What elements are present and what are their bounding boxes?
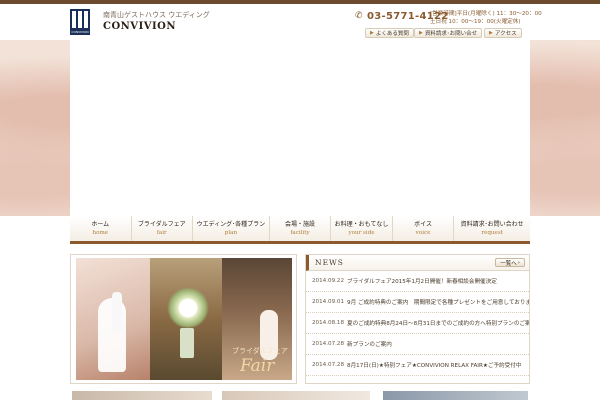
brand-logo-icon[interactable]: CONVIVION — [70, 9, 90, 35]
nav-item-facility[interactable]: 会場・施設 facility — [270, 216, 332, 241]
nav-item-request[interactable]: 資料請求･お問い合わせ request — [454, 216, 530, 241]
nav-item-label: 会場・施設 — [284, 220, 315, 228]
news-text: 夏のご成約特典8月24日～8月31日までのご成約の方へ特別プランのご案内 — [347, 321, 529, 327]
phone-icon: ✆ — [355, 11, 363, 21]
nav-item-fair[interactable]: ブライダルフェア fair — [132, 216, 194, 241]
vase-icon — [180, 328, 194, 358]
nav-item-sublabel: facility — [290, 229, 310, 236]
nav-item-home[interactable]: ホーム home — [70, 216, 132, 241]
nav-item-sublabel: request — [481, 229, 503, 236]
nav-item-label: ホーム — [91, 220, 110, 228]
news-date: 2014.07.28 — [312, 362, 345, 368]
fair-banner-title: Fair — [240, 356, 275, 376]
news-panel: NEWS 一覧へ › 2014.09.22 ブライダルフェア2015年1月2日開… — [305, 254, 530, 384]
nav-item-label: ブライダルフェア — [137, 220, 186, 228]
nav-item-sublabel: fair — [156, 229, 167, 236]
wedding-photo — [76, 258, 150, 380]
request-info-button[interactable]: ▶ 資料請求･お問い合せ — [414, 28, 483, 38]
nav-item-sublabel: your side — [348, 229, 375, 236]
nav-item-cuisine[interactable]: お料理・おもてなし your side — [331, 216, 393, 241]
business-hours: [営業時間]平日(月曜除く) 11：30～20：00 土日祝 10：00～19：… — [430, 10, 542, 26]
arrow-right-icon: ▶ — [419, 30, 423, 36]
news-date: 2014.09.01 — [312, 299, 345, 305]
news-text: 8月17日(日)★特別フェア★CONVIVION RELAX FAIR★ご予約受… — [347, 363, 522, 369]
news-text: ブライダルフェア2015年1月2日開催！新春相談会開催決定 — [347, 279, 497, 285]
faq-button-label: よくある質問 — [375, 31, 409, 37]
news-text: 9月 ご成約特典のご案内 期間限定で各種プレゼントをご用意しております。詳しくは… — [347, 300, 529, 306]
nav-item-plan[interactable]: ウエディング･各種プラン plan — [193, 216, 270, 241]
nav-item-sublabel: voice — [415, 229, 431, 236]
news-text: 新プランのご案内 — [347, 342, 392, 348]
site-header: CONVIVION 南青山ゲストハウス ウエディング CONVIVION ✆ 0… — [0, 4, 600, 40]
content-thumbnail[interactable] — [383, 391, 528, 400]
arrow-right-icon: ▶ — [489, 30, 493, 36]
news-title: NEWS — [315, 258, 344, 267]
content-thumbnail[interactable] — [222, 391, 370, 400]
news-list-button[interactable]: 一覧へ › — [495, 258, 525, 267]
nav-item-label: ボイス — [414, 220, 432, 228]
content-thumbnail[interactable] — [72, 391, 212, 400]
news-date: 2014.07.28 — [312, 341, 345, 347]
hero-slideshow[interactable] — [70, 40, 530, 216]
news-list-button-label: 一覧へ — [500, 260, 517, 267]
news-item[interactable]: 2014.07.28 新プランのご案内 — [306, 334, 529, 355]
bouquet-icon — [166, 288, 210, 328]
global-nav: ホーム home ブライダルフェア fair ウエディング･各種プラン plan… — [70, 216, 530, 244]
arrow-right-icon: ▶ — [370, 30, 374, 36]
logo-caption: CONVIVION — [71, 30, 89, 34]
site-brand-name[interactable]: CONVIVION — [103, 21, 176, 32]
business-hours-line: 土日祝 10：00～19：00(火曜定休) — [430, 19, 521, 25]
site-tagline: 南青山ゲストハウス ウエディング — [103, 11, 210, 19]
news-header: NEWS 一覧へ › — [306, 255, 529, 271]
nav-item-label: お料理・おもてなし — [334, 220, 389, 228]
news-item[interactable]: 2014.08.18 夏のご成約特典8月24日～8月31日までのご成約の方へ特別… — [306, 313, 529, 334]
access-button-label: アクセス — [494, 31, 517, 37]
fair-banner-subtitle: ブライダルフェア — [232, 347, 288, 355]
request-info-button-label: 資料請求･お問い合せ — [424, 31, 478, 37]
news-item[interactable]: 2014.09.22 ブライダルフェア2015年1月2日開催！新春相談会開催決定 — [306, 271, 529, 292]
nav-item-label: ウエディング･各種プラン — [196, 220, 266, 228]
business-hours-line: [営業時間]平日(月曜除く) 11：30～20：00 — [430, 11, 542, 17]
fair-banner[interactable]: ブライダルフェア Fair — [76, 258, 292, 380]
news-date: 2014.08.18 — [312, 320, 345, 326]
news-item[interactable]: 2014.07.28 8月17日(日)★特別フェア★CONVIVION RELA… — [306, 355, 529, 376]
nav-item-sublabel: home — [92, 229, 109, 236]
nav-item-sublabel: plan — [224, 229, 238, 236]
news-date: 2014.09.22 — [312, 278, 345, 284]
nav-item-label: 資料請求･お問い合わせ — [460, 220, 524, 228]
arrow-right-icon: › — [517, 259, 520, 266]
access-button[interactable]: ▶ アクセス — [484, 28, 522, 38]
groom-figure — [112, 292, 122, 332]
faq-button[interactable]: ▶ よくある質問 — [365, 28, 414, 38]
news-item[interactable]: 2014.09.01 9月 ご成約特典のご案内 期間限定で各種プレゼントをご用意… — [306, 292, 529, 313]
nav-item-voice[interactable]: ボイス voice — [393, 216, 455, 241]
